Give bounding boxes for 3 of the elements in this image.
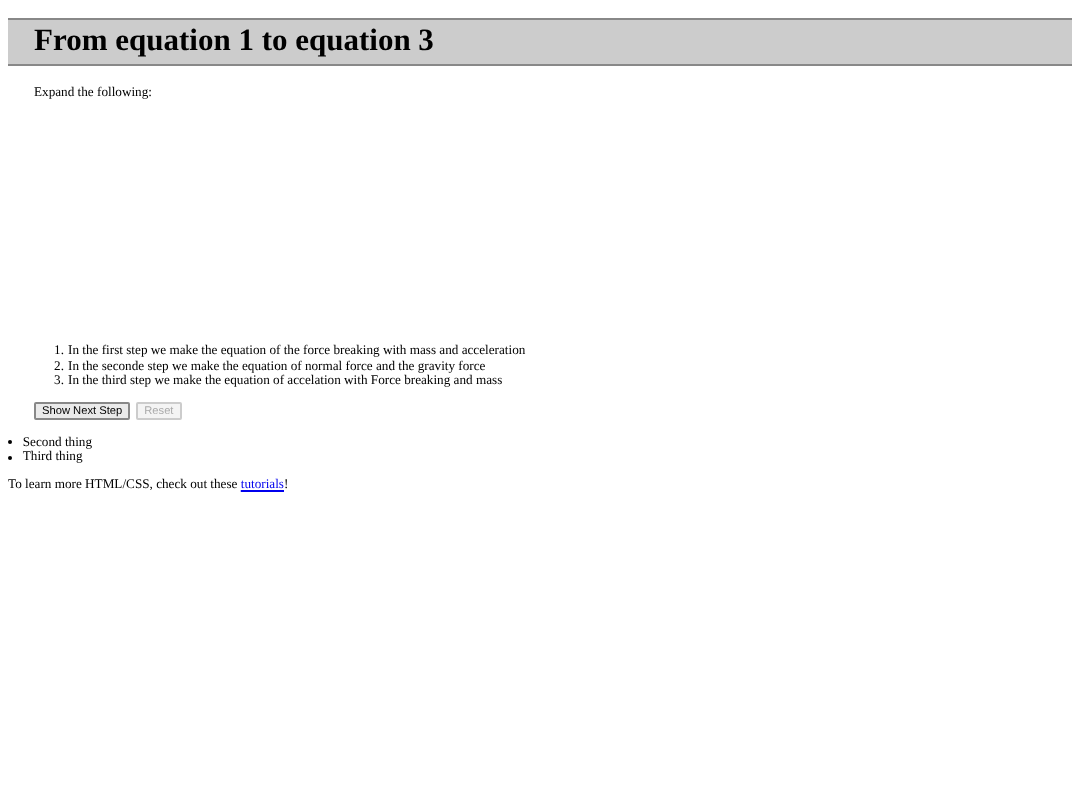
bullet-icon [8,455,13,461]
page-heading: From equation 1 to equation 3 [8,18,1072,66]
bullet-icon [8,440,13,445]
